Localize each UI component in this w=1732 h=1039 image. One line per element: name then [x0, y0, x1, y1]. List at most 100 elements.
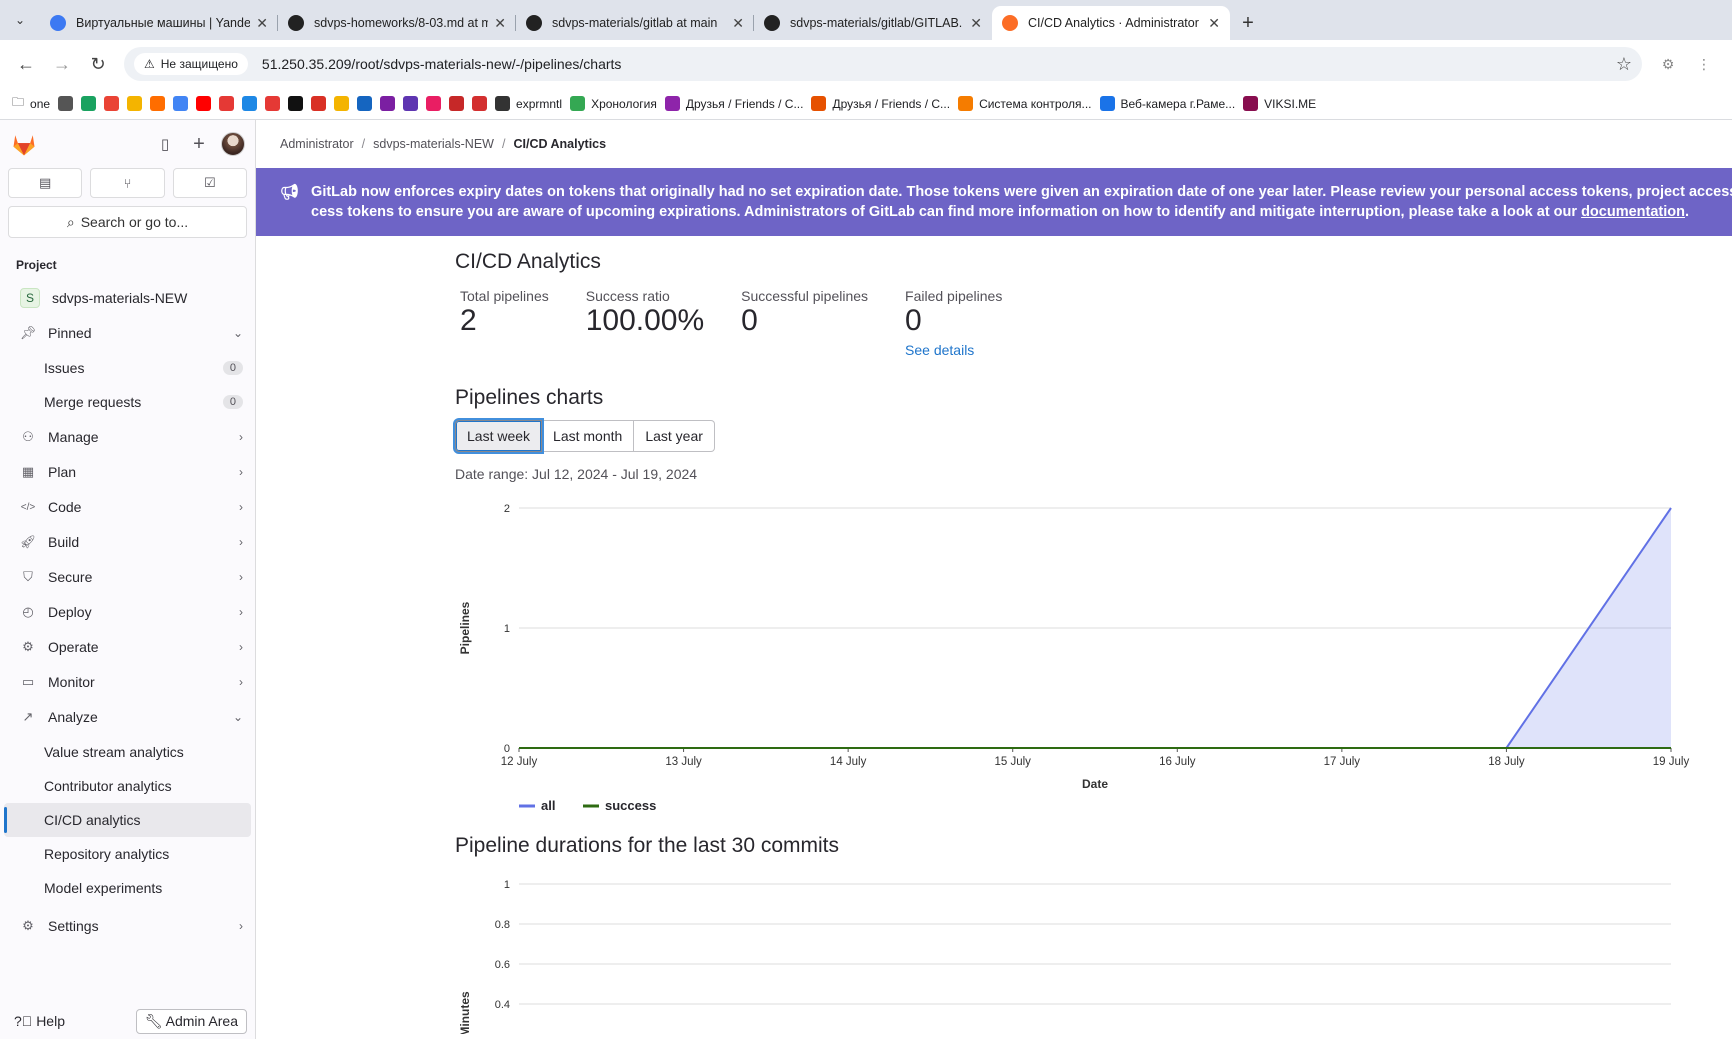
bookmark-favicon-icon[interactable] — [58, 96, 74, 111]
bookmark-item[interactable]: exprmntl — [495, 96, 562, 111]
address-bar[interactable]: ⚠ Не защищено 51.250.35.209/root/sdvps-m… — [124, 47, 1642, 81]
create-new-icon[interactable]: + — [185, 130, 213, 158]
user-avatar[interactable] — [221, 132, 245, 156]
sidebar-item-analyze[interactable]: ↗ Analyze ⌄ — [4, 700, 251, 734]
bookmark-favicon-icon[interactable] — [357, 96, 373, 111]
bookmark-favicon-icon[interactable] — [219, 96, 235, 111]
breadcrumb-project[interactable]: sdvps-materials-NEW — [373, 137, 494, 151]
documentation-link[interactable]: documentation — [1581, 204, 1685, 220]
bookmark-item[interactable]: Веб-камера г.Раме... — [1099, 96, 1235, 111]
bookmark-item[interactable]: Друзья / Friends / C... — [811, 96, 950, 111]
browser-tab[interactable]: sdvps-homeworks/8-03.md at m ✕ — [278, 6, 516, 40]
sidebar-item-manage[interactable]: ⚇ Manage › — [4, 420, 251, 454]
stat-label: Success ratio — [585, 288, 670, 304]
see-details-link[interactable]: See details — [905, 342, 1002, 358]
sidebar-item-operate[interactable]: ⚙ Operate › — [4, 630, 251, 664]
bookmark-favicon-icon[interactable] — [449, 96, 465, 111]
tab-close-icon[interactable]: ✕ — [1208, 15, 1220, 32]
sidebar-analyze-item[interactable]: Contributor analytics — [4, 769, 251, 803]
url-text[interactable]: 51.250.35.209/root/sdvps-materials-new/-… — [262, 56, 1616, 72]
legend-label[interactable]: all — [541, 798, 555, 813]
sidebar-analyze-item[interactable]: Model experiments — [4, 871, 251, 905]
issues-counter-icon[interactable]: ▤ — [8, 168, 83, 198]
tab-title: sdvps-homeworks/8-03.md at m — [314, 16, 489, 30]
sidebar-pinned-item[interactable]: Merge requests 0 — [4, 385, 251, 419]
bookmark-favicon-icon[interactable] — [104, 96, 120, 111]
back-icon[interactable]: ← — [10, 48, 42, 80]
search-button[interactable]: ⌕ Search or go to... — [8, 206, 247, 238]
bookmark-favicon-icon[interactable] — [380, 96, 396, 111]
y-tick-label: 1 — [504, 623, 510, 635]
bookmark-favicon-icon[interactable] — [403, 96, 419, 111]
range-button[interactable]: Last year — [634, 420, 715, 452]
breadcrumb-admin[interactable]: Administrator — [280, 137, 354, 151]
admin-area-button[interactable]: 🔧︎ Admin Area — [135, 1008, 247, 1034]
browser-tab[interactable]: sdvps-materials/gitlab/GITLAB. ✕ — [754, 6, 992, 40]
sidebar-item-monitor[interactable]: ▭ Monitor › — [4, 665, 251, 699]
tab-close-icon[interactable]: ✕ — [970, 15, 982, 32]
gitlab-logo-icon[interactable] — [10, 130, 38, 158]
sidebar-item-settings[interactable]: ⚙ Settings › — [4, 909, 251, 943]
bullhorn-icon: 📢︎ — [280, 184, 300, 201]
sidebar-analyze-item[interactable]: CI/CD analytics — [4, 803, 251, 837]
analyze-item-label: Value stream analytics — [44, 744, 184, 760]
bookmark-favicon-icon[interactable] — [81, 96, 97, 111]
sidebar-project[interactable]: S sdvps-materials-NEW — [4, 281, 251, 315]
bookmark-favicon-icon[interactable] — [265, 96, 281, 111]
security-label: Не защищено — [160, 57, 238, 71]
bookmark-item[interactable]: Система контроля... — [958, 96, 1092, 111]
tab-search-icon[interactable]: ⌄ — [8, 8, 32, 32]
bookmark-favicon-icon[interactable] — [242, 96, 258, 111]
bookmark-favicon-icon[interactable] — [426, 96, 442, 111]
reload-icon[interactable]: ↻ — [82, 48, 114, 80]
sidebar-pinned-toggle[interactable]: 📌︎ Pinned ⌄ — [4, 316, 251, 350]
sidebar-item-deploy[interactable]: ◴ Deploy › — [4, 595, 251, 629]
tab-close-icon[interactable]: ✕ — [256, 15, 268, 32]
forward-icon[interactable]: → — [46, 48, 78, 80]
legend-label[interactable]: success — [605, 798, 656, 813]
merge-requests-counter-icon[interactable]: ⑂ — [90, 168, 165, 198]
sidebar-analyze-item[interactable]: Value stream analytics — [4, 735, 251, 769]
bookmark-favicon-icon[interactable] — [334, 96, 350, 111]
tab-close-icon[interactable]: ✕ — [494, 15, 506, 32]
bookmark-folder[interactable]: 🗀 one — [12, 93, 50, 114]
bookmark-favicon-icon[interactable] — [472, 96, 488, 111]
bookmark-favicon-icon[interactable] — [150, 96, 166, 111]
help-button[interactable]: ?⃝ Help — [14, 1013, 65, 1029]
banner-line-1: GitLab now enforces expiry dates on toke… — [311, 184, 1732, 200]
browser-tab[interactable]: sdvps-materials/gitlab at main ✕ — [516, 6, 754, 40]
bookmarks-bar: 🗀 one exprmntl Хронология Друзья / Friends /… — [0, 88, 1732, 120]
gear-icon: ⚙ — [22, 918, 34, 933]
security-chip[interactable]: ⚠ Не защищено — [134, 53, 248, 75]
sidebar-pinned-item[interactable]: Issues 0 — [4, 351, 251, 385]
sidebar-item-build[interactable]: 🚀︎ Build › — [4, 525, 251, 559]
bookmark-favicon-icon[interactable] — [173, 96, 189, 111]
range-button[interactable]: Last month — [542, 420, 635, 452]
bookmark-item[interactable]: Друзья / Friends / C... — [664, 96, 803, 111]
sidebar-item-code[interactable]: </> Code › — [4, 490, 251, 524]
tab-close-icon[interactable]: ✕ — [732, 15, 744, 32]
sidebar-analyze-item[interactable]: Repository analytics — [4, 837, 251, 871]
bookmark-star-icon[interactable]: ☆ — [1616, 54, 1632, 75]
bookmark-favicon-icon[interactable] — [311, 96, 327, 111]
bookmark-item[interactable]: Хронология — [570, 96, 657, 111]
tab-favicon-icon — [1002, 15, 1018, 31]
extension-icon[interactable]: ⚙ — [1650, 56, 1686, 73]
todo-counter-icon[interactable]: ☑ — [172, 168, 247, 198]
sidebar-item-secure[interactable]: ⛉ Secure › — [4, 560, 251, 594]
chevron-right-icon: › — [239, 675, 243, 689]
breadcrumb-current[interactable]: CI/CD Analytics — [513, 137, 606, 151]
bookmark-favicon-icon[interactable] — [127, 96, 143, 111]
bookmark-favicon-icon[interactable] — [288, 96, 304, 111]
sidebar-toggle-icon[interactable]: ▯ — [151, 130, 179, 158]
browser-tab[interactable]: CI/CD Analytics · Administrator ✕ — [992, 6, 1230, 40]
sidebar-item-label: Build — [48, 534, 80, 550]
bookmark-item[interactable]: VIKSI.ME — [1243, 96, 1316, 111]
range-button[interactable]: Last week — [455, 420, 543, 452]
bookmark-favicon-icon[interactable] — [196, 96, 212, 111]
browser-tab[interactable]: Виртуальные машины | Yandex ✕ — [40, 6, 278, 40]
menu-kebab-icon[interactable]: ⋮ — [1686, 56, 1722, 73]
bookmark-favicon-icon — [664, 96, 680, 111]
sidebar-item-plan[interactable]: ▦ Plan › — [4, 455, 251, 489]
new-tab-button[interactable]: + — [1230, 6, 1266, 40]
